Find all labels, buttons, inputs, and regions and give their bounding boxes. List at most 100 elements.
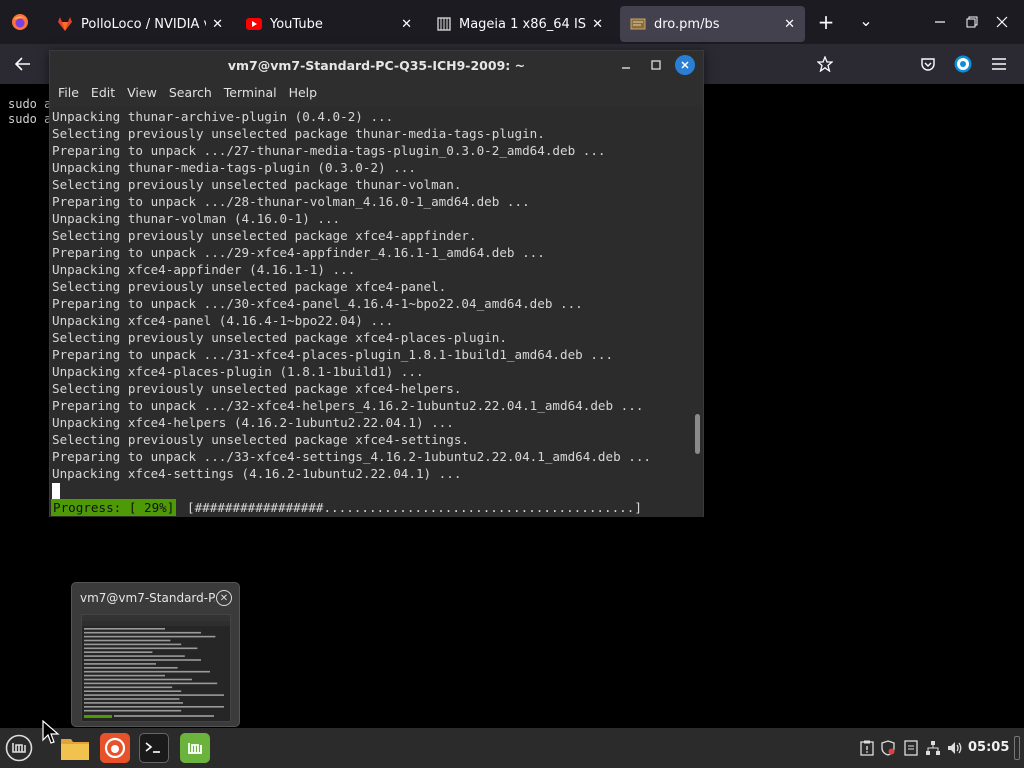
- tray-clipboard[interactable]: [858, 738, 876, 758]
- terminal-line: Selecting previously unselected package …: [52, 330, 507, 345]
- back-button[interactable]: [6, 47, 40, 81]
- terminal-line: Unpacking xfce4-panel (4.16.4-1~bpo22.04…: [52, 313, 394, 328]
- new-tab-button[interactable]: +: [808, 4, 844, 40]
- terminal-scrollbar[interactable]: [690, 107, 703, 517]
- thumbnail-line: [84, 655, 185, 657]
- files-icon: [61, 739, 89, 760]
- menu-terminal[interactable]: Terminal: [218, 85, 283, 100]
- terminal-line: Preparing to unpack .../28-thunar-volman…: [52, 194, 530, 209]
- firefox-icon: [104, 737, 126, 759]
- menu-edit[interactable]: Edit: [85, 85, 121, 100]
- firefox-icon: [12, 14, 28, 30]
- menu-search[interactable]: Search: [163, 85, 218, 100]
- thumbnail-line: [84, 709, 182, 712]
- firefox-view-button[interactable]: [0, 0, 40, 44]
- terminal-line: Preparing to unpack .../33-xfce4-setting…: [52, 449, 651, 464]
- youtube-icon: [246, 18, 262, 30]
- thumbnail-line: [84, 639, 171, 642]
- terminal-minimize-button[interactable]: [616, 55, 636, 75]
- terminal-icon: [145, 742, 160, 753]
- thumbnail-line: [84, 670, 210, 673]
- page-text-line: sudo a: [8, 97, 52, 111]
- thumbnail-line: [84, 635, 216, 638]
- tab-mageia[interactable]: Mageia 1 x86_64 ISO ✕: [427, 6, 613, 42]
- tab-close-icon[interactable]: ✕: [592, 17, 603, 32]
- maximize-icon: [651, 60, 661, 70]
- preview-thumbnail[interactable]: [81, 614, 231, 722]
- arrow-left-icon: [15, 57, 30, 71]
- text-cursor: [52, 483, 60, 499]
- thumbnail-line: [84, 651, 153, 653]
- terminal-maximize-button[interactable]: [646, 55, 666, 75]
- pocket-icon: [921, 58, 935, 71]
- pocket-button[interactable]: [911, 47, 945, 81]
- terminal-output[interactable]: Unpacking thunar-archive-plugin (0.4.0-2…: [50, 107, 692, 517]
- mouse-pointer-icon: [42, 720, 60, 744]
- thumbnail-line: [84, 686, 173, 689]
- thumbnail-line: [84, 643, 182, 646]
- gitlab-fox-icon: [58, 17, 72, 31]
- terminal-line: Selecting previously unselected package …: [52, 228, 477, 243]
- terminal-close-button[interactable]: [675, 55, 695, 75]
- window-minimize-button[interactable]: [922, 4, 958, 40]
- terminal-line: Preparing to unpack .../29-xfce4-appfind…: [52, 245, 545, 260]
- minimize-icon: [622, 67, 630, 69]
- clock[interactable]: 05:05: [968, 740, 1009, 755]
- restore-icon: [966, 16, 978, 28]
- tray-notes[interactable]: [902, 738, 920, 758]
- tray-volume[interactable]: [946, 738, 964, 758]
- tray-network[interactable]: [924, 738, 942, 758]
- window-close-button[interactable]: [984, 4, 1020, 40]
- tab-close-icon[interactable]: ✕: [784, 17, 795, 32]
- star-icon: [817, 56, 833, 72]
- terminal-launcher[interactable]: [139, 733, 169, 763]
- tab-list-button[interactable]: ⌄: [848, 2, 884, 38]
- menu-help[interactable]: Help: [283, 85, 324, 100]
- tab-title: Mageia 1 x86_64 ISO: [459, 16, 587, 32]
- show-desktop-button[interactable]: [1014, 736, 1020, 760]
- menu-view[interactable]: View: [121, 85, 163, 100]
- terminal-line: Unpacking xfce4-places-plugin (1.8.1-1bu…: [52, 364, 424, 379]
- thumbnail-line: [84, 663, 156, 665]
- window-preview-popup[interactable]: vm7@vm7-Standard-P... ✕: [71, 582, 240, 727]
- scrollbar-thumb[interactable]: [695, 414, 700, 454]
- terminal-line: Unpacking xfce4-helpers (4.16.2-1ubuntu2…: [52, 415, 454, 430]
- thumbnail-line: [84, 674, 165, 677]
- files-launcher[interactable]: [60, 733, 90, 763]
- page-icon: [630, 18, 646, 30]
- app-menu-button[interactable]: [982, 47, 1016, 81]
- menu-file[interactable]: File: [52, 85, 85, 100]
- thumbnail-line: [84, 659, 201, 661]
- update-manager-launcher[interactable]: [180, 733, 210, 763]
- tab-close-icon[interactable]: ✕: [401, 17, 412, 32]
- progress-label: Progress: [ 29%]: [51, 499, 177, 516]
- close-icon: [996, 16, 1008, 28]
- firefox-launcher[interactable]: [100, 733, 130, 763]
- thumbnail-line: [84, 706, 224, 708]
- tray-shield[interactable]: [879, 738, 897, 758]
- terminal-line: Selecting previously unselected package …: [52, 279, 447, 294]
- terminal-line: Unpacking thunar-volman (4.16.0-1) ...: [52, 211, 341, 226]
- page-text-line: sudo a: [8, 112, 52, 126]
- mint-menu-button[interactable]: [4, 733, 34, 763]
- tab-dro-pm[interactable]: dro.pm/bs ✕: [620, 6, 805, 42]
- bookmark-star-button[interactable]: [808, 47, 842, 81]
- terminal-line: Unpacking thunar-media-tags-plugin (0.3.…: [52, 160, 416, 175]
- thumbnail-line: [84, 667, 178, 669]
- thumbnail-line: [84, 698, 180, 700]
- terminal-title-bar[interactable]: vm7@vm7-Standard-PC-Q35-ICH9-2009: ~: [50, 51, 703, 79]
- tab-title: dro.pm/bs: [654, 16, 720, 32]
- account-button[interactable]: [946, 47, 980, 81]
- terminal-line: Preparing to unpack .../30-xfce4-panel_4…: [52, 296, 583, 311]
- archive-icon: [437, 17, 451, 31]
- preview-close-button[interactable]: ✕: [216, 590, 232, 606]
- terminal-title: vm7@vm7-Standard-PC-Q35-ICH9-2009: ~: [227, 57, 526, 73]
- terminal-window[interactable]: vm7@vm7-Standard-PC-Q35-ICH9-2009: ~ Fil…: [49, 50, 704, 517]
- tab-pollolooco[interactable]: PolloLoco / NVIDIA vGPU ✕: [47, 6, 233, 42]
- thumbnail-line: [84, 631, 201, 634]
- tab-close-icon[interactable]: ✕: [212, 17, 223, 32]
- minimize-icon: [935, 21, 945, 23]
- tab-youtube[interactable]: YouTube ✕: [236, 6, 422, 42]
- preview-title: vm7@vm7-Standard-P...: [80, 591, 215, 605]
- notes-icon: [904, 740, 918, 756]
